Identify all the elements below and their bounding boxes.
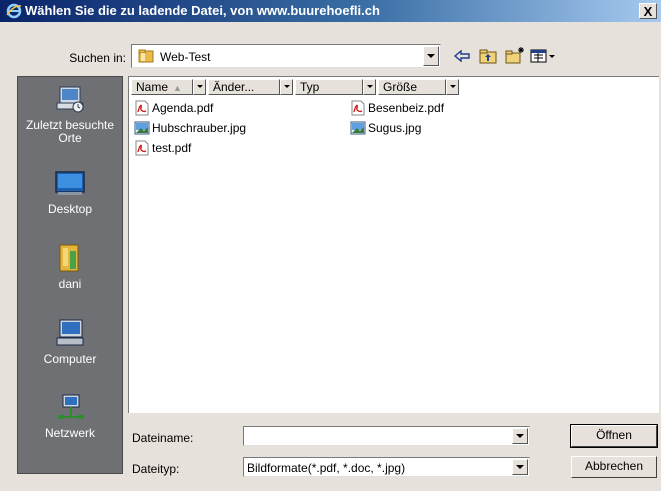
new-folder-button[interactable] [504,46,526,66]
column-filter-dropdown[interactable] [280,79,293,95]
file-type-label: Dateityp: [132,462,180,476]
place-label: dani [58,277,82,291]
column-header-size[interactable]: Größe [378,79,446,95]
folder-icon [138,49,154,63]
up-folder-button[interactable] [478,46,498,66]
cancel-button[interactable]: Abbrechen [571,456,657,478]
recent-places-icon [56,86,84,113]
file-open-dialog: Wählen Sie die zu ladende Datei, von www… [0,0,661,491]
place-recent[interactable]: Zuletzt besuchte Orte [18,83,122,145]
column-header-modified[interactable]: Änder... [208,79,280,95]
chevron-down-icon[interactable] [512,428,528,444]
computer-icon [56,319,84,346]
look-in-value: Web-Test [160,50,211,64]
column-filter-dropdown[interactable] [363,79,376,95]
file-name-label: Dateiname: [132,431,194,445]
network-icon [58,394,84,419]
view-menu-icon [530,49,555,63]
place-user[interactable]: dani [18,242,122,291]
place-desktop[interactable]: Desktop [18,167,122,216]
title-bar[interactable]: Wählen Sie die zu ladende Datei, von www… [0,0,661,22]
file-type-dropdown[interactable]: Bildformate(*.pdf, *.doc, *.jpg) [243,457,530,477]
internet-explorer-icon [6,3,22,19]
pdf-file-icon [135,140,149,156]
view-menu-button[interactable] [530,46,558,66]
user-folder-icon [59,244,79,272]
file-name-input[interactable] [243,426,530,446]
file-list[interactable]: Name ▲ Änder... Typ Größe Agenda.pdf Hub… [128,76,659,413]
look-in-label: Suchen in: [69,51,126,65]
place-network[interactable]: Netzwerk [18,391,122,440]
column-filter-dropdown[interactable] [446,79,459,95]
desktop-icon [55,171,85,195]
up-folder-icon [479,49,497,64]
close-button[interactable]: X [639,3,657,19]
place-computer[interactable]: Computer [18,317,122,366]
image-file-icon [350,121,366,135]
column-header-type[interactable]: Typ [295,79,363,95]
chevron-down-icon[interactable] [512,459,528,475]
look-in-dropdown[interactable]: Web-Test [131,44,441,68]
chevron-down-icon[interactable] [423,46,439,66]
place-label: Computer [43,352,97,366]
window-title: Wählen Sie die zu ladende Datei, von www… [25,3,380,18]
pdf-file-icon [135,100,149,116]
back-button[interactable] [452,46,472,66]
sort-ascending-icon: ▲ [173,83,182,93]
back-arrow-icon [453,49,470,63]
column-header-name[interactable]: Name ▲ [131,79,193,95]
place-label: Desktop [47,202,93,216]
image-file-icon [134,121,150,135]
open-button[interactable]: Öffnen [570,424,658,448]
place-label: Netzwerk [44,426,95,440]
new-folder-icon [505,47,524,64]
pdf-file-icon [351,100,365,116]
places-bar: Zuletzt besuchte Orte Desktop dani Compu… [17,76,123,474]
column-filter-dropdown[interactable] [193,79,206,95]
place-label: Zuletzt besuchte Orte [25,118,115,145]
